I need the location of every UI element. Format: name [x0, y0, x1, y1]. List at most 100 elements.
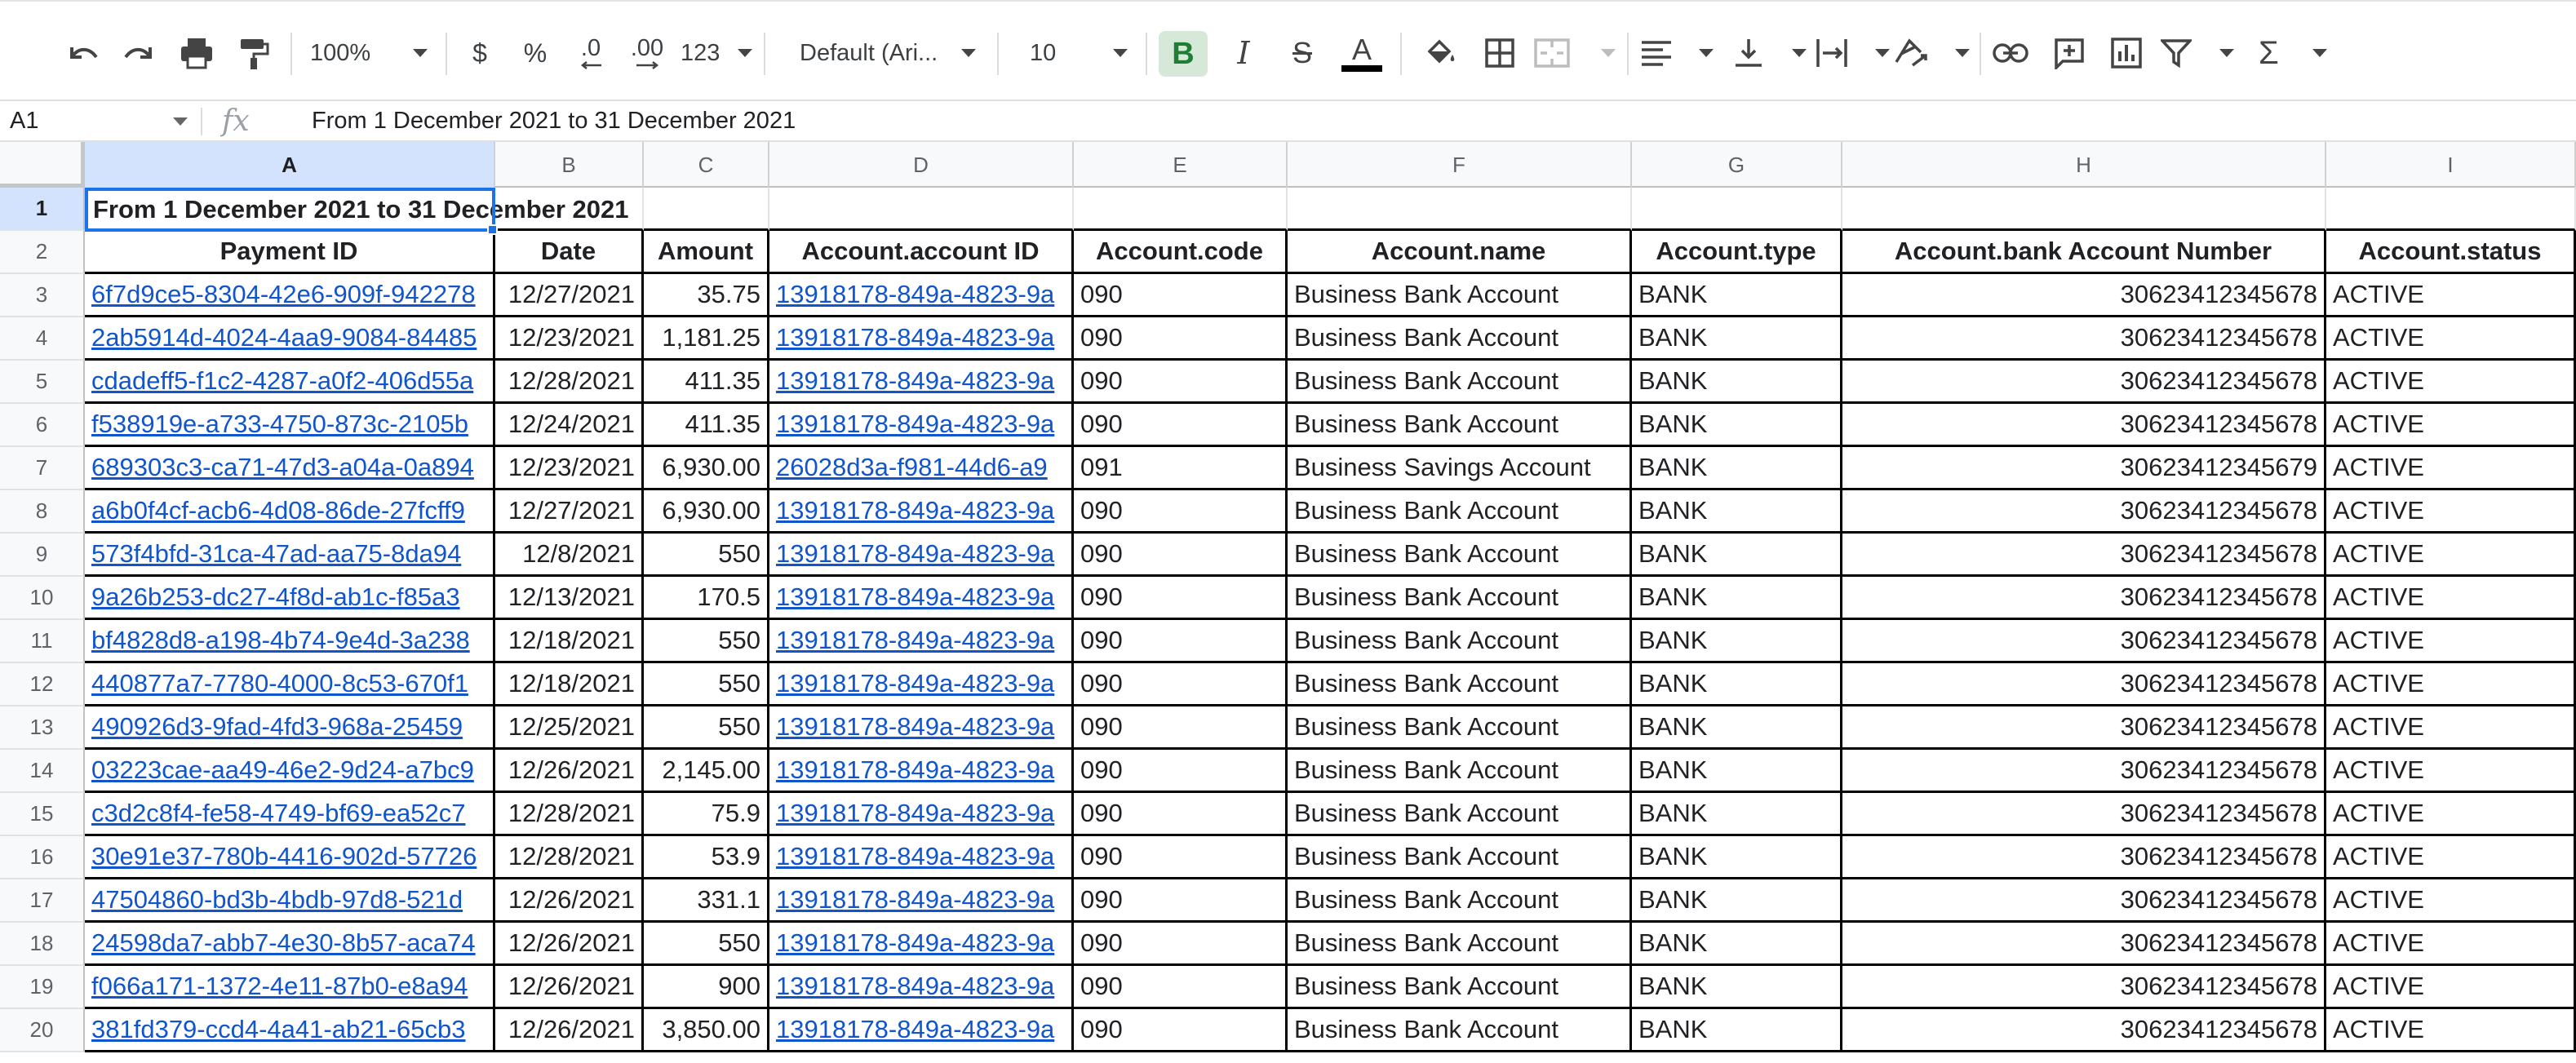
- column-title[interactable]: Account.bank Account Number: [1842, 231, 2326, 274]
- link-cell[interactable]: f066a171-1372-4e11-87b0-e8a94: [85, 966, 495, 1009]
- cell[interactable]: 090: [1074, 274, 1288, 317]
- cell[interactable]: Business Bank Account: [1288, 836, 1632, 879]
- cell[interactable]: BANK: [1632, 361, 1842, 404]
- cell[interactable]: 2,145.00: [644, 750, 769, 793]
- fill-color-button[interactable]: [1415, 24, 1464, 82]
- cell[interactable]: ACTIVE: [2326, 966, 2576, 1009]
- cell[interactable]: 30623412345678: [1842, 750, 2326, 793]
- cell[interactable]: 12/26/2021: [495, 879, 644, 923]
- link-cell[interactable]: 6f7d9ce5-8304-42e6-909f-942278: [85, 274, 495, 317]
- bold-button[interactable]: B: [1159, 31, 1208, 77]
- cell[interactable]: Business Bank Account: [1288, 966, 1632, 1009]
- cell[interactable]: 550: [644, 534, 769, 577]
- link-cell[interactable]: 13918178-849a-4823-9a: [769, 966, 1074, 1009]
- row-header[interactable]: 8: [0, 490, 85, 534]
- link-cell[interactable]: 47504860-bd3b-4bdb-97d8-521d: [85, 879, 495, 923]
- cell[interactable]: [1632, 188, 1842, 231]
- cell[interactable]: ACTIVE: [2326, 793, 2576, 836]
- cell[interactable]: 30623412345678: [1842, 490, 2326, 534]
- column-title[interactable]: Amount: [644, 231, 769, 274]
- link-cell[interactable]: 13918178-849a-4823-9a: [769, 404, 1074, 447]
- cell[interactable]: 090: [1074, 923, 1288, 966]
- undo-button[interactable]: [57, 24, 108, 82]
- cell[interactable]: BANK: [1632, 1009, 1842, 1052]
- paint-format-button[interactable]: [228, 24, 279, 82]
- cell[interactable]: Business Bank Account: [1288, 923, 1632, 966]
- cell[interactable]: 3,850.00: [644, 1009, 769, 1052]
- cell[interactable]: 6,930.00: [644, 490, 769, 534]
- cell[interactable]: [1074, 188, 1288, 231]
- cell[interactable]: BANK: [1632, 836, 1842, 879]
- cell[interactable]: BANK: [1632, 750, 1842, 793]
- link-cell[interactable]: 13918178-849a-4823-9a: [769, 706, 1074, 750]
- link-cell[interactable]: cdadeff5-f1c2-4287-a0f2-406d55a: [85, 361, 495, 404]
- link-cell[interactable]: 13918178-849a-4823-9a: [769, 923, 1074, 966]
- link-cell[interactable]: a6b0f4cf-acb6-4d08-86de-27fcff9: [85, 490, 495, 534]
- cell[interactable]: ACTIVE: [2326, 750, 2576, 793]
- cell[interactable]: [1842, 188, 2326, 231]
- text-rotation-button[interactable]: [1893, 24, 1970, 82]
- cell[interactable]: [1288, 188, 1632, 231]
- row-header[interactable]: 10: [0, 577, 85, 620]
- link-cell[interactable]: 24598da7-abb7-4e30-8b57-aca74: [85, 923, 495, 966]
- row-header[interactable]: 7: [0, 447, 85, 490]
- cell[interactable]: ACTIVE: [2326, 836, 2576, 879]
- cell[interactable]: 30623412345678: [1842, 1009, 2326, 1052]
- link-cell[interactable]: 2ab5914d-4024-4aa9-9084-84485: [85, 317, 495, 361]
- cell[interactable]: [644, 188, 769, 231]
- cell[interactable]: 411.35: [644, 404, 769, 447]
- decrease-decimal-button[interactable]: .0: [568, 24, 614, 82]
- row-header[interactable]: 14: [0, 750, 85, 793]
- cell[interactable]: 550: [644, 663, 769, 706]
- cell[interactable]: ACTIVE: [2326, 577, 2576, 620]
- text-wrapping-button[interactable]: [1815, 24, 1890, 82]
- cell[interactable]: BANK: [1632, 966, 1842, 1009]
- column-title[interactable]: Account.type: [1632, 231, 1842, 274]
- cell[interactable]: BANK: [1632, 706, 1842, 750]
- select-all-corner[interactable]: [0, 142, 85, 188]
- cell[interactable]: Business Bank Account: [1288, 706, 1632, 750]
- link-cell[interactable]: 13918178-849a-4823-9a: [769, 317, 1074, 361]
- row-header[interactable]: 11: [0, 620, 85, 663]
- link-cell[interactable]: 13918178-849a-4823-9a: [769, 534, 1074, 577]
- cell[interactable]: [769, 188, 1074, 231]
- row-header[interactable]: 19: [0, 966, 85, 1009]
- currency-format-button[interactable]: $: [459, 24, 501, 82]
- cell[interactable]: 30623412345678: [1842, 793, 2326, 836]
- formula-input[interactable]: From 1 December 2021 to 31 December 2021: [312, 101, 796, 140]
- cell[interactable]: ACTIVE: [2326, 534, 2576, 577]
- cell[interactable]: ACTIVE: [2326, 663, 2576, 706]
- row-header[interactable]: 4: [0, 317, 85, 361]
- cell[interactable]: 30623412345678: [1842, 923, 2326, 966]
- cell[interactable]: 090: [1074, 836, 1288, 879]
- column-header-f[interactable]: F: [1288, 142, 1632, 188]
- cell[interactable]: Business Bank Account: [1288, 750, 1632, 793]
- borders-button[interactable]: [1475, 24, 1524, 82]
- link-cell[interactable]: 381fd379-ccd4-4a41-ab21-65cb3: [85, 1009, 495, 1052]
- horizontal-align-button[interactable]: [1640, 24, 1714, 82]
- row-header[interactable]: 2: [0, 231, 85, 274]
- link-cell[interactable]: 26028d3a-f981-44d6-a9: [769, 447, 1074, 490]
- cell[interactable]: 30623412345678: [1842, 879, 2326, 923]
- cell[interactable]: 12/26/2021: [495, 1009, 644, 1052]
- zoom-select[interactable]: 100%: [304, 24, 434, 82]
- link-cell[interactable]: 573f4bfd-31ca-47ad-aa75-8da94: [85, 534, 495, 577]
- cell[interactable]: 12/25/2021: [495, 706, 644, 750]
- link-cell[interactable]: 13918178-849a-4823-9a: [769, 793, 1074, 836]
- cell[interactable]: ACTIVE: [2326, 923, 2576, 966]
- cell[interactable]: 170.5: [644, 577, 769, 620]
- insert-comment-button[interactable]: [2045, 24, 2094, 82]
- column-header-b[interactable]: B: [495, 142, 644, 188]
- cell[interactable]: 090: [1074, 879, 1288, 923]
- cell[interactable]: ACTIVE: [2326, 490, 2576, 534]
- fill-handle[interactable]: [487, 224, 498, 235]
- cell[interactable]: BANK: [1632, 534, 1842, 577]
- cell[interactable]: Business Bank Account: [1288, 404, 1632, 447]
- cell[interactable]: 090: [1074, 663, 1288, 706]
- cell[interactable]: 30623412345678: [1842, 577, 2326, 620]
- column-title[interactable]: Date: [495, 231, 644, 274]
- row-header[interactable]: 20: [0, 1009, 85, 1052]
- cell[interactable]: 090: [1074, 361, 1288, 404]
- row-header[interactable]: 5: [0, 361, 85, 404]
- link-cell[interactable]: 03223cae-aa49-46e2-9d24-a7bc9: [85, 750, 495, 793]
